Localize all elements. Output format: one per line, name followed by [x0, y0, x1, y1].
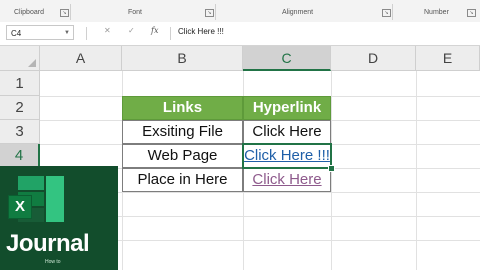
column-header-e[interactable]: E [416, 46, 480, 71]
ribbon-group-alignment: Alignment [282, 9, 314, 16]
ribbon-group-number: Number [424, 9, 449, 16]
column-header-b[interactable]: B [122, 46, 243, 71]
ribbon-group-clipboard: Clipboard [14, 9, 44, 16]
formula-bar-divider [86, 27, 87, 40]
number-launcher-icon[interactable]: ↘ [467, 9, 476, 17]
table-cell-hyperlink[interactable]: Click Here [243, 168, 331, 192]
formula-input[interactable]: Click Here !!! [178, 27, 224, 36]
group-divider [392, 4, 393, 20]
table-cell-label[interactable]: Exsiting File [122, 120, 243, 144]
formula-bar-divider [170, 27, 171, 40]
brand-name: Journal [6, 230, 90, 257]
logo-tile [46, 176, 64, 222]
name-box[interactable]: C4 ▼ [6, 25, 74, 40]
ribbon-group-font: Font [128, 9, 143, 16]
clipboard-launcher-icon[interactable]: ↘ [60, 9, 69, 17]
cancel-icon[interactable]: ✕ [104, 26, 111, 35]
column-header-d[interactable]: D [331, 46, 416, 71]
brand-subtitle: How to [45, 259, 61, 265]
select-all-button[interactable] [0, 46, 40, 71]
ribbon-group-labels: Clipboard ↘ Font ↘ Alignment ↘ Number ↘ [0, 0, 480, 23]
excel-logo-icon: X [8, 195, 32, 219]
column-header-a[interactable]: A [40, 46, 122, 71]
group-divider [70, 4, 71, 20]
table-cell-label[interactable]: Web Page [122, 144, 243, 168]
insert-function-icon[interactable]: fx [151, 26, 158, 35]
group-divider [215, 4, 216, 20]
row-header-1[interactable]: 1 [0, 71, 40, 96]
column-header-c[interactable]: C [243, 46, 331, 71]
name-box-value: C4 [11, 29, 22, 38]
table-header-links[interactable]: Links [122, 96, 243, 120]
fill-handle[interactable] [328, 165, 335, 172]
chevron-down-icon[interactable]: ▼ [64, 26, 70, 41]
row-header-3[interactable]: 3 [0, 120, 40, 144]
select-all-icon [28, 59, 36, 67]
active-cell-selection [242, 143, 332, 169]
enter-icon[interactable]: ✓ [128, 26, 135, 35]
table-cell-hyperlink[interactable]: Click Here [243, 120, 331, 144]
row-header-2[interactable]: 2 [0, 96, 40, 120]
logo-tile [18, 176, 44, 190]
formula-bar: C4 ▼ ✕ ✓ fx Click Here !!! [0, 22, 480, 46]
table-header-hyperlink[interactable]: Hyperlink [243, 96, 331, 120]
table-cell-label[interactable]: Place in Here [122, 168, 243, 192]
alignment-launcher-icon[interactable]: ↘ [382, 9, 391, 17]
font-launcher-icon[interactable]: ↘ [205, 9, 214, 17]
row-header-4[interactable]: 4 [0, 144, 40, 168]
